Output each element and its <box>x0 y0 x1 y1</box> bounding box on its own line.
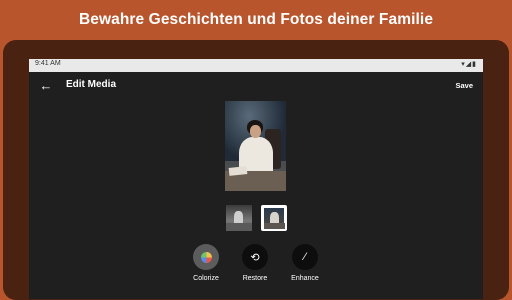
thumbnail-desk <box>264 223 285 229</box>
edit-toolbar: Colorize ⟲ Restore ⁄ Enhance <box>29 244 483 294</box>
colorize-icon-circle <box>193 244 219 270</box>
arrow-left-icon: ← <box>39 78 53 93</box>
thumbnail-colorized-selected[interactable] <box>261 205 287 231</box>
back-button[interactable]: ← <box>37 77 55 95</box>
palette-icon <box>200 251 212 263</box>
status-time: 9:41 AM <box>35 60 61 67</box>
enhance-button[interactable]: ⁄ Enhance <box>285 244 325 282</box>
battery-icon: ▮ <box>472 61 477 68</box>
colorize-button[interactable]: Colorize <box>186 244 226 282</box>
page-title: Edit Media <box>66 79 117 90</box>
thumbnail-image <box>264 208 285 229</box>
photo-preview <box>225 101 286 191</box>
restore-icon-circle: ⟲ <box>242 244 268 270</box>
save-button[interactable]: Save <box>455 81 473 90</box>
photo-person-face <box>250 125 261 138</box>
app-bar: ← Edit Media Save <box>29 72 483 100</box>
restore-button[interactable]: ⟲ Restore <box>235 244 275 282</box>
thumbnail-desk <box>226 223 252 231</box>
status-icons: ▾◢▮ <box>461 60 477 68</box>
enhance-label: Enhance <box>291 275 319 282</box>
promo-headline: Bewahre Geschichten und Fotos deiner Fam… <box>78 11 434 28</box>
enhance-icon-circle: ⁄ <box>292 244 318 270</box>
magic-wand-icon: ⁄ <box>304 251 306 263</box>
status-bar: 9:41 AM ▾◢▮ <box>29 59 483 72</box>
colorize-label: Colorize <box>193 275 219 282</box>
app-screen: 9:41 AM ▾◢▮ ← Edit Media Save Colorize ⟲… <box>29 59 483 299</box>
thumbnail-original[interactable] <box>226 205 252 231</box>
restore-icon: ⟲ <box>250 251 260 264</box>
restore-label: Restore <box>242 275 268 282</box>
